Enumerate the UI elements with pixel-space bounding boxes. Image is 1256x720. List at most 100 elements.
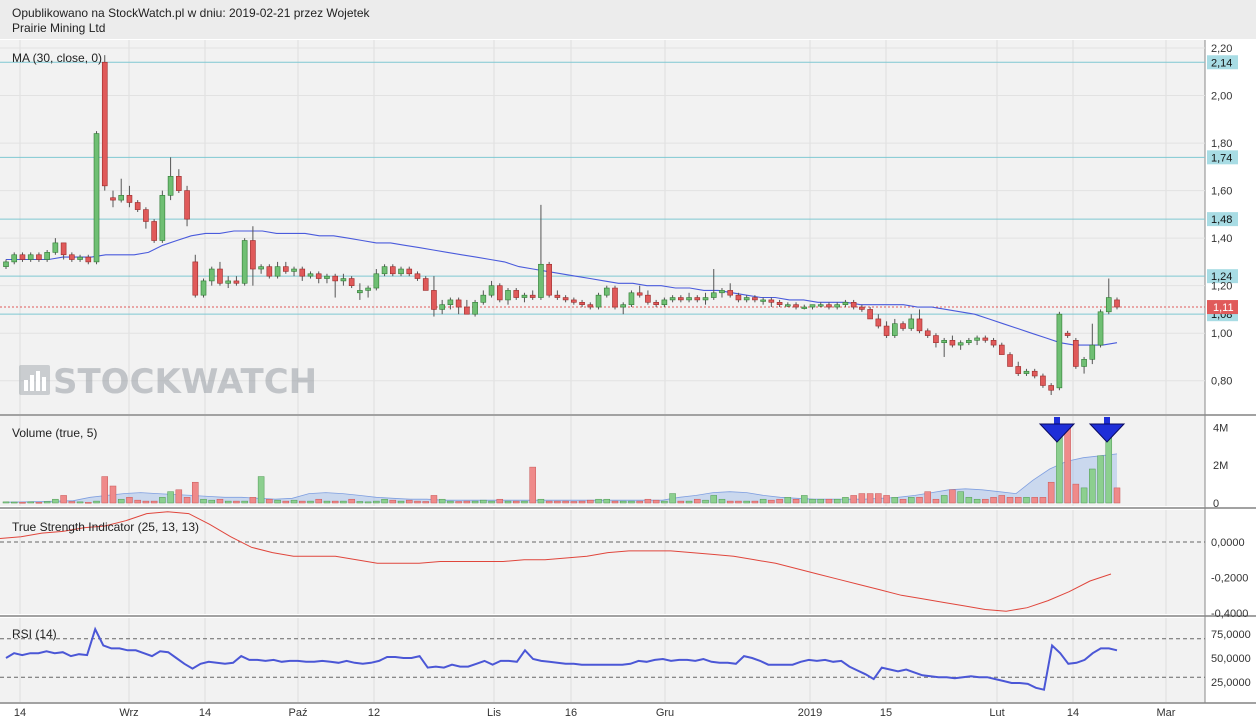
candle-body — [793, 304, 799, 308]
volume-bar — [916, 497, 923, 504]
candle-body — [817, 304, 824, 307]
volume-bar — [595, 498, 602, 504]
candle-body — [727, 290, 734, 296]
candle-body — [900, 323, 906, 329]
chart-header: Opublikowano na StockWatch.pl w dniu: 20… — [0, 0, 1256, 39]
candle-body — [315, 273, 322, 279]
candle-body — [307, 273, 314, 277]
price-tick-label: 1,20 — [1211, 281, 1232, 293]
volume-bar — [150, 500, 158, 504]
volume-bar — [587, 499, 594, 504]
candle-body — [291, 268, 297, 272]
candle-body — [1089, 344, 1096, 360]
volume-bar — [545, 500, 553, 504]
volume-bar — [965, 497, 973, 504]
volume-bar — [2, 501, 10, 504]
candle-body — [826, 304, 832, 308]
volume-bar — [10, 501, 18, 504]
volume-bar — [364, 501, 372, 504]
candle-body — [225, 280, 231, 284]
candle-body — [85, 256, 92, 263]
volume-bar — [463, 500, 471, 504]
candle-body — [579, 301, 585, 305]
volume-bar — [159, 497, 166, 504]
volume-bar — [1097, 455, 1104, 504]
x-axis-label: Paź — [289, 707, 308, 719]
volume-bar — [282, 500, 290, 504]
volume-bar — [290, 499, 298, 504]
candle-body — [472, 301, 478, 315]
volume-bar — [685, 500, 693, 504]
tsi-tick-label: -0,4000 — [1211, 608, 1248, 620]
volume-bar — [735, 500, 742, 504]
volume-bar — [809, 498, 816, 504]
volume-bar — [1039, 497, 1047, 504]
volume-bar — [307, 500, 314, 504]
volume-bar — [924, 491, 931, 504]
candle-body — [184, 190, 190, 220]
candle-body — [686, 297, 692, 301]
volume-bar — [710, 495, 717, 504]
candle-body — [743, 297, 750, 301]
candle-body — [167, 176, 174, 196]
volume-bar — [117, 498, 125, 504]
candle-body — [110, 197, 116, 201]
candle-body — [44, 252, 50, 260]
candle-body — [373, 273, 380, 289]
volume-bar — [471, 500, 479, 504]
volume-bar — [833, 498, 841, 504]
candle-body — [933, 335, 939, 344]
volume-bar — [447, 500, 454, 504]
volume-bar — [266, 498, 273, 504]
volume-tick-label: 2M — [1213, 460, 1228, 472]
candle-body — [143, 209, 149, 222]
volume-bar — [200, 498, 207, 504]
volume-bar — [611, 500, 619, 504]
volume-bar — [208, 499, 215, 504]
volume-bar — [562, 500, 569, 504]
candle-body — [101, 61, 108, 187]
candle-body — [1056, 313, 1063, 389]
volume-bar — [1031, 497, 1038, 504]
volume-bar — [644, 498, 652, 504]
candle-body — [702, 297, 709, 301]
candle-body — [571, 299, 577, 303]
volume-bar — [973, 498, 981, 504]
rsi-tick-label: 50,0000 — [1211, 653, 1251, 665]
candle-body — [587, 304, 594, 308]
volume-bar — [241, 500, 248, 504]
candle-body — [192, 261, 199, 296]
volume-bar — [1064, 427, 1071, 504]
candle-body — [381, 266, 388, 275]
price-tick-label: 2,00 — [1211, 91, 1232, 103]
volume-bar — [891, 497, 899, 504]
candle-body — [11, 254, 18, 263]
published-info: Opublikowano na StockWatch.pl w dniu: 20… — [12, 6, 370, 20]
candle-body — [916, 318, 923, 332]
volume-bar — [414, 500, 421, 504]
candle-body — [908, 318, 915, 329]
price-pane[interactable] — [0, 40, 1205, 414]
volume-bar — [93, 500, 100, 504]
candle-body — [52, 242, 59, 253]
volume-bar — [19, 501, 26, 504]
price-tick-label: 0,80 — [1211, 376, 1232, 388]
stock-chart[interactable]: STOCKWATCH 2,141,741,481,241,081,11 2,20… — [0, 39, 1256, 720]
volume-tick-label: 0 — [1213, 498, 1219, 510]
volume-bar — [718, 498, 726, 504]
candle-body — [389, 266, 396, 275]
x-axis-label: 2019 — [798, 707, 822, 719]
volume-bar — [167, 491, 174, 504]
volume-bar — [331, 500, 339, 504]
candle-body — [118, 195, 125, 201]
candle-body — [752, 297, 758, 301]
x-axis-label: 14 — [14, 707, 26, 719]
candle-body — [505, 290, 511, 301]
volume-bar — [603, 498, 611, 504]
candle-body — [488, 285, 495, 296]
candle-body — [1040, 375, 1046, 386]
candle-body — [439, 304, 445, 310]
volume-bar — [1080, 487, 1088, 504]
candle-body — [768, 299, 775, 303]
instrument-name: Prairie Mining Ltd — [12, 21, 106, 35]
